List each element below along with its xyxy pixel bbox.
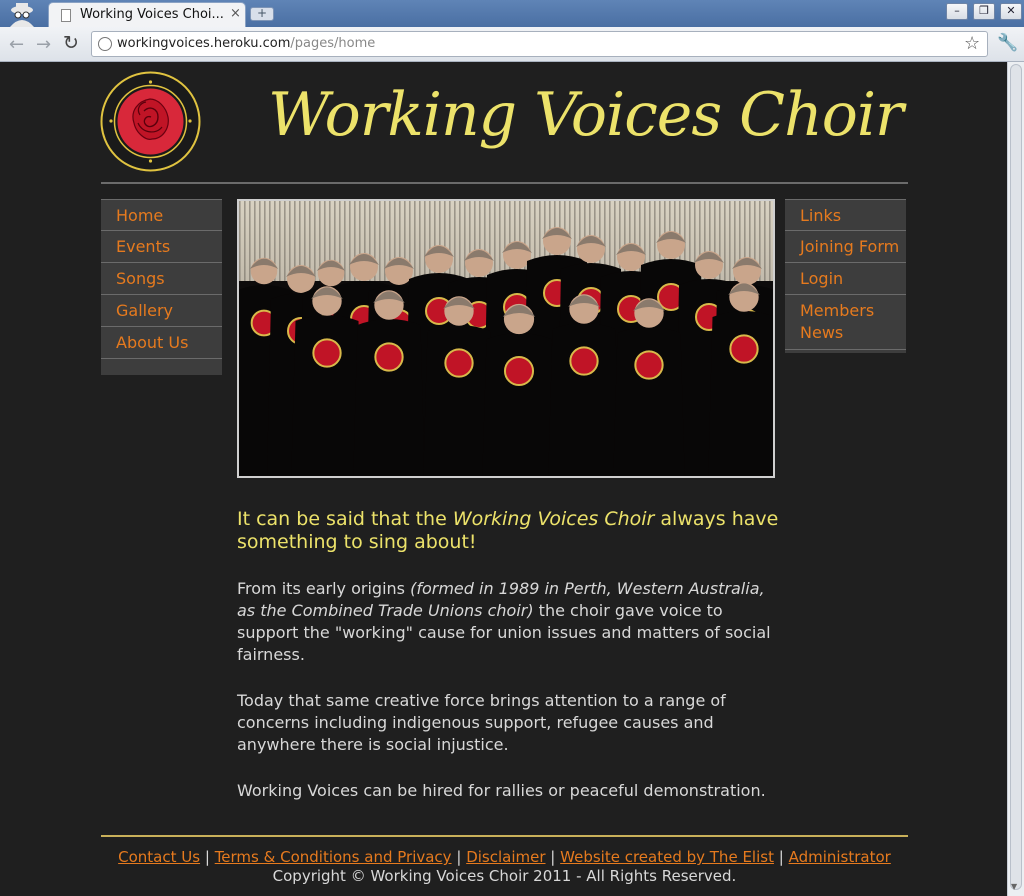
right-navigation: Links Joining Form Login Members News bbox=[785, 199, 906, 353]
choir-group-photo bbox=[237, 199, 775, 478]
nav-item-links[interactable]: Links bbox=[785, 199, 906, 231]
nav-item-login[interactable]: Login bbox=[785, 263, 906, 295]
footer-separator: | bbox=[778, 848, 784, 866]
footer-separator: | bbox=[456, 848, 462, 866]
contact-us-link[interactable]: Contact Us bbox=[118, 848, 200, 866]
nav-item-members-news[interactable]: Members News bbox=[785, 295, 906, 350]
reload-icon[interactable]: ↻ bbox=[63, 32, 79, 54]
close-window-button[interactable]: ✕ bbox=[1000, 3, 1022, 20]
paragraph-origins: From its early origins (formed in 1989 i… bbox=[237, 579, 771, 664]
disclaimer-link[interactable]: Disclaimer bbox=[466, 848, 545, 866]
terms-link[interactable]: Terms & Conditions and Privacy bbox=[215, 848, 452, 866]
globe-icon bbox=[98, 37, 112, 51]
tab-title: Working Voices Choi... bbox=[80, 7, 224, 22]
footer-separator: | bbox=[204, 848, 210, 866]
browser-title-bar: Working Voices Choi... × + – ❐ ✕ bbox=[0, 0, 1024, 27]
website-credit-link[interactable]: Website created by The Elist bbox=[560, 848, 774, 866]
copyright-text: Copyright © Working Voices Choir 2011 - … bbox=[272, 867, 737, 885]
site-title: Working Voices Choir bbox=[268, 80, 904, 150]
scrollbar-thumb[interactable] bbox=[1010, 64, 1022, 890]
footer-separator: | bbox=[550, 848, 556, 866]
administrator-link[interactable]: Administrator bbox=[789, 848, 891, 866]
footer-links: Contact Us | Terms & Conditions and Priv… bbox=[101, 848, 908, 866]
forward-icon[interactable]: → bbox=[36, 34, 51, 55]
wrench-icon[interactable]: 🔧 bbox=[997, 33, 1018, 53]
left-navigation: Home Events Songs Gallery About Us bbox=[101, 199, 222, 375]
bookmark-star-icon[interactable]: ☆ bbox=[964, 33, 980, 54]
maximize-button[interactable]: ❐ bbox=[973, 3, 995, 20]
nav-item-home[interactable]: Home bbox=[101, 199, 222, 231]
nav-item-joining-form[interactable]: Joining Form bbox=[785, 231, 906, 263]
browser-tab[interactable]: Working Voices Choi... × bbox=[48, 2, 246, 27]
page-icon bbox=[61, 9, 71, 22]
incognito-icon bbox=[10, 3, 34, 27]
url-text: workingvoices.heroku.com/pages/home bbox=[117, 36, 376, 51]
new-tab-button[interactable]: + bbox=[250, 7, 274, 21]
nav-item-songs[interactable]: Songs bbox=[101, 263, 222, 295]
nav-item-gallery[interactable]: Gallery bbox=[101, 295, 222, 327]
scroll-down-icon[interactable]: ▼ bbox=[1011, 882, 1017, 891]
back-icon[interactable]: ← bbox=[9, 34, 24, 55]
vertical-scrollbar[interactable]: ▲ ▼ bbox=[1007, 62, 1024, 896]
paragraph-today: Today that same creative force brings at… bbox=[237, 691, 726, 754]
tab-close-icon[interactable]: × bbox=[230, 6, 241, 21]
footer-divider bbox=[101, 835, 908, 837]
choir-logo bbox=[100, 71, 201, 172]
minimize-button[interactable]: – bbox=[946, 3, 968, 20]
web-page: Working Voices Choir Home Events Songs G… bbox=[0, 62, 1007, 896]
nav-item-about-us[interactable]: About Us bbox=[101, 327, 222, 359]
address-bar[interactable]: workingvoices.heroku.com/pages/home ☆ bbox=[91, 31, 988, 57]
paragraph-hire: Working Voices can be hired for rallies … bbox=[237, 781, 766, 800]
main-content: It can be said that the Working Voices C… bbox=[237, 508, 782, 826]
nav-item-events[interactable]: Events bbox=[101, 231, 222, 263]
intro-headline: It can be said that the Working Voices C… bbox=[237, 508, 779, 553]
header-divider bbox=[101, 182, 908, 184]
